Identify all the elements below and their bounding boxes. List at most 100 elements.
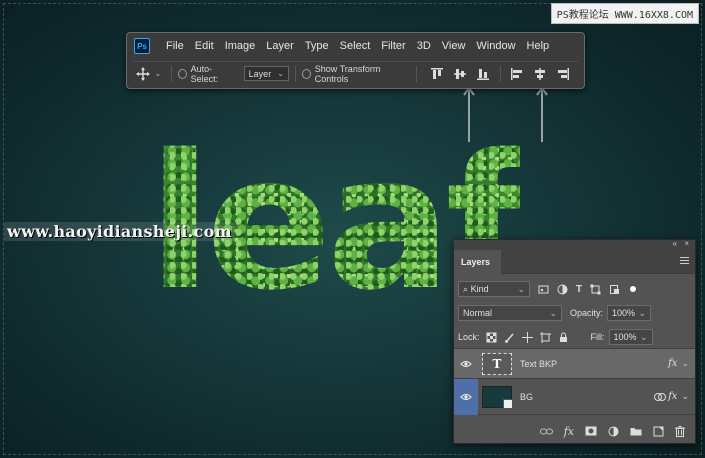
divider [170,65,172,82]
auto-select-value: Layer [248,68,272,79]
layers-panel: « × Layers ⌕ Kind ⌄ T Normal ⌄ Opacity: … [453,239,696,444]
divider [294,65,296,82]
panel-tabbar: Layers [454,250,695,274]
move-tool-button[interactable]: ⌄ [133,66,165,81]
chevron-down-icon: ⌄ [277,69,284,78]
filter-type-icon[interactable]: T [576,284,582,295]
divider [499,65,501,82]
blend-row: Normal ⌄ Opacity: 100% ⌄ [454,303,695,323]
blend-mode-value: Normal [463,308,493,318]
layer-name[interactable]: BG [520,392,654,402]
menu-help[interactable]: Help [527,40,550,52]
fill-value: 100% [613,332,637,342]
link-filter-icon [654,392,667,401]
menu-edit[interactable]: Edit [195,40,214,52]
arrow-up-icon [463,86,475,142]
fx-icon[interactable]: fx [668,391,677,402]
chevron-down-icon: ⌄ [517,283,525,294]
layers-panel-footer: fx [454,419,695,443]
align-right-edges-icon[interactable] [555,66,571,82]
panel-menu-icon[interactable] [680,257,689,266]
opacity-field[interactable]: 100% ⌄ [607,305,652,321]
fill-label: Fill: [590,332,605,342]
visibility-toggle[interactable] [454,349,478,379]
filter-adjustment-icon[interactable] [557,284,568,295]
align-vertical-centers-icon[interactable] [452,66,468,82]
photoshop-window: Ps File Edit Image Layer Type Select Fil… [126,32,585,89]
chevron-down-icon: ⌄ [154,69,162,78]
eye-icon [460,360,472,367]
lock-all-icon[interactable] [558,332,569,343]
chevron-down-icon: ⌄ [549,307,557,318]
text-layer-icon: T [492,356,502,371]
move-tool-icon [136,66,151,81]
filter-toggle-icon[interactable] [630,286,637,292]
auto-select-checkbox[interactable] [177,68,187,79]
panel-header: « × [454,239,695,250]
watermark-top: PS教程论坛 WWW.16XX8.COM [550,3,699,24]
menu-window[interactable]: Window [476,40,515,52]
menu-filter[interactable]: Filter [381,40,405,52]
lock-transparent-icon[interactable] [486,332,497,343]
menu-image[interactable]: Image [225,40,256,52]
layer-thumbnail: T [482,352,512,375]
lock-artboard-icon[interactable] [539,331,551,343]
auto-select-label: Auto-Select: [190,63,219,84]
menu-type[interactable]: Type [305,40,329,52]
photoshop-logo-icon: Ps [134,38,150,54]
show-transform-label: Show Transform Controls [314,63,381,84]
trash-icon[interactable] [675,425,685,437]
blend-mode-dropdown[interactable]: Normal ⌄ [458,305,562,321]
collapse-panel-button[interactable]: « [673,239,677,248]
opacity-label: Opacity: [570,308,604,318]
options-bar: ⌄ Auto-Select: Layer ⌄ Show Transform Co… [133,61,578,85]
lock-position-icon[interactable] [521,331,533,343]
fx-icon[interactable]: fx [564,425,574,438]
show-transform-checkbox[interactable] [301,68,311,79]
chevron-down-icon: ⌄ [638,307,647,318]
arrow-up-icon [536,86,548,142]
folder-icon[interactable] [630,426,642,436]
new-layer-icon[interactable] [653,426,664,437]
menu-file[interactable]: File [166,40,184,52]
filter-kind-value: Kind [470,283,489,294]
auto-select-dropdown[interactable]: Layer ⌄ [243,66,289,81]
chevron-down-icon[interactable]: ⌄ [681,391,689,402]
fill-field[interactable]: 100% ⌄ [608,329,653,345]
filter-shape-icon[interactable] [590,284,601,295]
layer-name[interactable]: Text BKP [520,359,668,369]
opacity-value: 100% [612,308,636,318]
lock-pixels-icon[interactable] [504,332,515,343]
filter-kind-dropdown[interactable]: ⌕ Kind ⌄ [458,281,530,297]
watermark-center: www.haoyidiansheji.com [4,222,235,241]
align-bottom-edges-icon[interactable] [475,66,491,82]
mask-icon[interactable] [585,426,597,436]
adjustment-icon[interactable] [608,426,619,437]
tab-layers[interactable]: Layers [454,250,501,274]
menu-layer[interactable]: Layer [266,40,294,52]
close-panel-button[interactable]: × [684,239,689,248]
layer-row-text-bkp[interactable]: T Text BKP fx ⌄ [454,349,695,379]
search-icon: ⌕ [463,283,469,294]
align-horizontal-centers-icon[interactable] [532,66,548,82]
link-icon[interactable] [539,427,553,436]
chevron-down-icon[interactable]: ⌄ [681,358,689,369]
layer-thumbnail [482,385,513,409]
lock-label: Lock: [458,332,480,342]
visibility-toggle[interactable] [454,378,478,415]
smart-object-icon [503,398,513,409]
filter-row: ⌕ Kind ⌄ T [454,279,695,299]
fx-icon[interactable]: fx [668,358,677,369]
menu-view[interactable]: View [442,40,466,52]
layer-row-bg[interactable]: BG fx ⌄ [454,378,695,415]
menu-select[interactable]: Select [340,40,371,52]
menu-3d[interactable]: 3D [417,40,431,52]
align-top-edges-icon[interactable] [429,66,445,82]
lock-row: Lock: Fill: 100% ⌄ [454,327,695,347]
eye-icon [460,393,472,400]
filter-pixel-icon[interactable] [538,284,549,295]
chevron-down-icon: ⌄ [639,331,648,342]
filter-smart-object-icon[interactable] [609,284,620,295]
align-left-edges-icon[interactable] [509,66,525,82]
divider [416,65,417,82]
